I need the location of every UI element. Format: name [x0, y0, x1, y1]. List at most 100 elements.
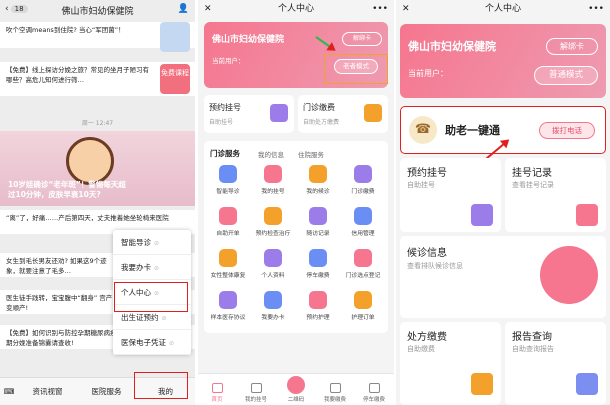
- grid-item-label: 样本医存协议: [210, 315, 246, 321]
- card-report-query[interactable]: 报告查询 自助查询报告: [505, 322, 606, 405]
- grid-item-icon: [309, 291, 327, 309]
- grid-item[interactable]: 我的候诊: [295, 165, 341, 195]
- back-button[interactable]: ‹ 18: [5, 4, 28, 14]
- tab-my-info[interactable]: 我的信息: [258, 149, 284, 159]
- hospital-name: 佛山市妇幼保健院: [212, 35, 285, 45]
- tab-inpatient[interactable]: 住院服务: [298, 149, 324, 159]
- grid-item[interactable]: 门诊缴费: [340, 165, 386, 195]
- grid-item-icon: [354, 291, 372, 309]
- grid-item-icon: [354, 207, 372, 225]
- grid-item[interactable]: 我要办卡: [250, 291, 296, 321]
- service-grid-card: 门诊服务 我的信息 住院服务 智能导诊 我的挂号 我的候诊 门诊缴费自助开单 预约检查治…: [204, 141, 388, 333]
- grid-item[interactable]: 样本医存协议: [205, 291, 251, 321]
- chat-panel: ‹ 18 佛山市妇幼保健院 👤 吹个空调means到住院? 当心“军团菌”！ 【免…: [0, 0, 195, 405]
- page-title: 个人中心: [277, 4, 314, 14]
- grid-item[interactable]: 护理订单: [340, 291, 386, 321]
- grid-item-icon: [264, 207, 282, 225]
- hospital-name: 佛山市妇幼保健院: [408, 40, 496, 53]
- personal-center-panel: ✕ 个人中心 ••• 佛山市妇幼保健院 解绑卡 当前用户： 老者模式 预约挂号 …: [198, 0, 394, 405]
- chat-title: 佛山市妇幼保健院: [61, 6, 134, 17]
- normal-mode-button[interactable]: 普通模式: [534, 66, 598, 85]
- grid-item-label: 信用管理: [351, 231, 375, 237]
- grid-item[interactable]: 个人资料: [250, 249, 296, 279]
- chat-topbar: ‹ 18 佛山市妇幼保健院 👤: [0, 0, 195, 20]
- grid-item-icon: [264, 249, 282, 267]
- tab-home[interactable]: 首页: [200, 383, 234, 403]
- card-appointment[interactable]: 预约挂号 自助挂号: [204, 95, 294, 133]
- tab-pay[interactable]: 我要缴费: [318, 383, 352, 403]
- grid-item[interactable]: 预约护理: [295, 291, 341, 321]
- grid-item[interactable]: 自助开单: [205, 207, 251, 237]
- menu-item-card[interactable]: 我要办卡 ⊘: [113, 255, 191, 280]
- nav-news[interactable]: 资讯视窗: [18, 386, 77, 397]
- profile-icon[interactable]: 👤: [178, 4, 189, 14]
- tab-parking[interactable]: 停车缴费: [357, 383, 391, 403]
- grid-item[interactable]: 预约检查治疗: [250, 207, 296, 237]
- grid-item-label: 我的挂号: [261, 189, 285, 195]
- tab-qrcode[interactable]: 二维码: [279, 376, 313, 403]
- card-waiting-info[interactable]: 候诊信息 查看排队候诊信息: [400, 236, 606, 318]
- calendar-icon: [576, 204, 598, 226]
- grid-item-label: 个人资料: [261, 273, 285, 279]
- grid-item-label: 门诊缴费: [351, 189, 375, 195]
- grid-item-label: 我要办卡: [261, 315, 285, 321]
- hospital-card: 佛山市妇幼保健院 解绑卡 当前用户： 普通模式: [400, 24, 606, 98]
- tab-outpatient[interactable]: 门诊服务: [210, 148, 240, 159]
- grid-item-icon: [309, 249, 327, 267]
- tab-bar: 首页 我的挂号 二维码 我要缴费 停车缴费: [198, 373, 394, 405]
- article-banner[interactable]: 10岁娃确诊“老年斑”！警惕每天超过10分钟，皮肤早衰10天?: [0, 131, 195, 206]
- card-prescription-pay[interactable]: 处方缴费 自助缴费: [400, 322, 501, 405]
- grid-item[interactable]: 随访记录: [295, 207, 341, 237]
- grid-item-icon: [264, 291, 282, 309]
- banner-text: 10岁娃确诊“老年斑”！警惕每天超过10分钟，皮肤早衰10天?: [8, 180, 126, 199]
- unbind-button[interactable]: 解绑卡: [546, 38, 598, 55]
- more-icon[interactable]: •••: [372, 0, 388, 18]
- grid-item-label: 自助开单: [216, 231, 240, 237]
- elder-mode-panel: ✕ 个人中心 ••• 佛山市妇幼保健院 解绑卡 当前用户： 普通模式 ☎ 助老一…: [396, 0, 610, 405]
- menu-item-insurance[interactable]: 医保电子凭证 ⊘: [113, 330, 191, 355]
- current-user: 当前用户：: [408, 69, 448, 78]
- grid-item-icon: [354, 249, 372, 267]
- grid-item-label: 预约护理: [306, 315, 330, 321]
- close-icon[interactable]: ✕: [204, 0, 212, 18]
- qrcode-icon: [540, 246, 598, 304]
- highlight-elder-mode: [324, 54, 388, 84]
- grid-item-label: 停车缴费: [306, 273, 330, 279]
- call-button[interactable]: 拨打电话: [539, 122, 595, 139]
- menu-item-smart-guide[interactable]: 智能导诊 ⊘: [113, 230, 191, 255]
- grid-item[interactable]: 门诊选点登记: [340, 249, 386, 279]
- grid-item-label: 随访记录: [306, 231, 330, 237]
- crying-girl-illustration: [66, 137, 114, 185]
- grid-item[interactable]: 我的挂号: [250, 165, 296, 195]
- page-title: 个人中心: [484, 4, 521, 14]
- nav-hospital-service[interactable]: 医院服务: [77, 386, 136, 397]
- tab-my-register[interactable]: 我的挂号: [239, 383, 273, 403]
- current-user: 当前用户：: [212, 57, 245, 65]
- grid-item-icon: [354, 165, 372, 183]
- payment-icon: [364, 104, 382, 122]
- grid-item[interactable]: 智能导诊: [205, 165, 251, 195]
- card-outpatient-pay[interactable]: 门诊缴费 自助处方缴费: [298, 95, 388, 133]
- header: ✕ 个人中心 •••: [396, 0, 610, 18]
- grid-item[interactable]: 女性整体康复: [205, 249, 251, 279]
- grid-item-icon: [219, 207, 237, 225]
- grid-item-icon: [219, 165, 237, 183]
- grid-item[interactable]: 停车缴费: [295, 249, 341, 279]
- grid-item-label: 我的候诊: [306, 189, 330, 195]
- card-appointment[interactable]: 预约挂号 自助挂号: [400, 158, 501, 232]
- more-icon[interactable]: •••: [588, 0, 604, 18]
- unread-badge: 18: [10, 5, 28, 13]
- keyboard-icon[interactable]: ⌨: [0, 387, 18, 396]
- unbind-button[interactable]: 解绑卡: [342, 32, 382, 46]
- grid-item[interactable]: 信用管理: [340, 207, 386, 237]
- elder-help-card[interactable]: ☎ 助老一键通 拨打电话: [400, 106, 606, 154]
- article-thumb: [160, 22, 190, 52]
- yuan-icon: [471, 373, 493, 395]
- appointment-icon: [270, 104, 288, 122]
- card-register-record[interactable]: 挂号记录 查看挂号记录: [505, 158, 606, 232]
- close-icon[interactable]: ✕: [402, 0, 410, 18]
- grid-item-icon: [309, 165, 327, 183]
- highlight-mine: [134, 372, 188, 399]
- appointment-icon: [471, 204, 493, 226]
- report-icon: [576, 373, 598, 395]
